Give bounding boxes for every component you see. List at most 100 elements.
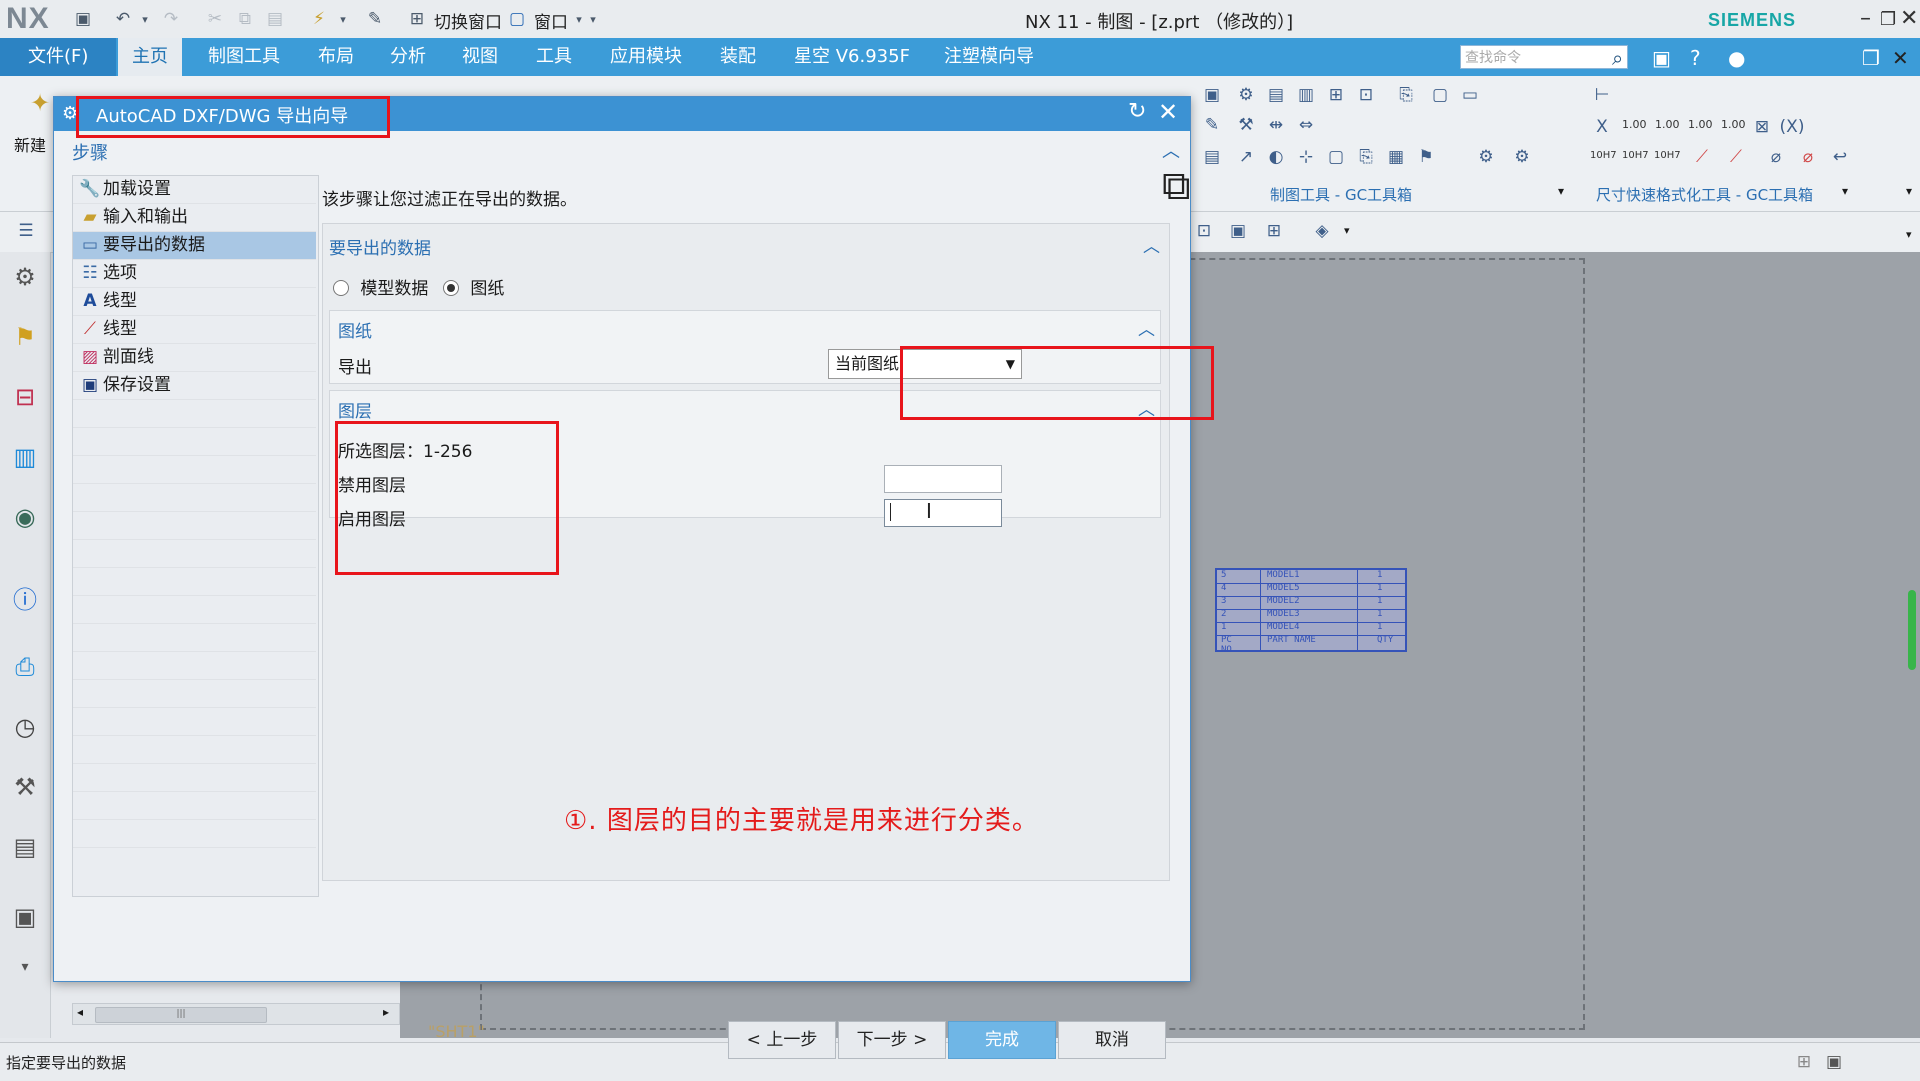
menu-icon[interactable]: ☰	[14, 220, 38, 242]
repeat-dropdown-icon[interactable]: ▾	[332, 8, 354, 30]
roles-icon[interactable]: ▤	[10, 832, 40, 862]
section-collapse-icon[interactable]: ︿	[1143, 232, 1160, 257]
view-layout-icon[interactable]: ⊞	[1262, 220, 1286, 242]
cut-icon[interactable]: ✂	[204, 8, 226, 30]
switch-window-icon[interactable]: ⊞	[406, 8, 428, 30]
display-icon[interactable]: ▣	[1652, 46, 1671, 70]
reuse-library-icon[interactable]: ▥	[10, 442, 40, 472]
radio-drawing[interactable]: 图纸	[443, 274, 504, 299]
tab-mold-wizard[interactable]: 注塑模向导	[930, 38, 1048, 76]
drafting-tool-icon-22[interactable]: ⚙	[1474, 146, 1498, 168]
dim-diameter-off-icon[interactable]: ⌀	[1796, 146, 1820, 168]
dim-sample-1[interactable]: 1.00	[1622, 118, 1647, 131]
drafting-tool-icon-4[interactable]: ▥	[1294, 84, 1318, 106]
close-window-icon[interactable]: ✕	[1900, 6, 1918, 31]
status-icon-1[interactable]: ⊞	[1792, 1051, 1816, 1073]
settings-icon[interactable]: ⚙	[10, 262, 40, 292]
drafting-tool-icon-18[interactable]: ▢	[1324, 146, 1348, 168]
ribbon-options-icon[interactable]: ▾	[1906, 184, 1912, 198]
radio-model-data[interactable]: 模型数据	[333, 274, 428, 299]
dim-return-icon[interactable]: ↩	[1828, 146, 1852, 168]
tab-drafting-tools[interactable]: 制图工具	[194, 38, 294, 76]
new-button-label[interactable]: 新建	[14, 132, 46, 156]
drafting-tool-icon-2[interactable]: ⚙	[1234, 84, 1258, 106]
scroll-left-icon[interactable]: ◂	[77, 1005, 83, 1019]
user-icon[interactable]: ●	[1728, 46, 1745, 70]
drafting-tool-icon-14[interactable]: ▤	[1200, 146, 1224, 168]
cancel-button[interactable]: 取消	[1058, 1021, 1166, 1059]
assembly-navigator-icon[interactable]: ⚑	[10, 322, 40, 352]
switch-window-button[interactable]: 切换窗口	[434, 8, 502, 33]
command-search-input[interactable]: 查找命令	[1460, 45, 1628, 69]
history-clock-icon[interactable]: ◷	[10, 712, 40, 742]
drafting-tool-icon-13[interactable]: ⇔	[1294, 114, 1318, 136]
drafting-tool-icon-23[interactable]: ⚙	[1510, 146, 1534, 168]
dim-sample-3[interactable]: 1.00	[1688, 118, 1713, 131]
tab-application[interactable]: 应用模块	[596, 38, 696, 76]
tab-view[interactable]: 视图	[448, 38, 512, 76]
steps-horizontal-scrollbar[interactable]: ◂ ||| ▸	[72, 1003, 400, 1025]
resbar-expand-icon[interactable]: ▾	[10, 952, 40, 982]
drafting-tool-icon-15[interactable]: ↗	[1234, 146, 1258, 168]
drafting-tool-icon-1[interactable]: ▣	[1200, 84, 1224, 106]
reset-icon[interactable]: ↻	[1128, 99, 1146, 124]
disabled-layers-input[interactable]	[884, 465, 1002, 493]
scroll-right-icon[interactable]: ▸	[383, 1005, 389, 1019]
customize-qa-icon[interactable]: ▾	[582, 8, 604, 30]
selbar-options-icon[interactable]: ▾	[1906, 228, 1912, 241]
radio-button[interactable]	[443, 280, 459, 296]
tab-analysis[interactable]: 分析	[376, 38, 440, 76]
undo-dropdown-icon[interactable]: ▾	[134, 8, 156, 30]
step-line-type[interactable]: ⟋ 线型	[73, 316, 316, 344]
dim-sample-2[interactable]: 1.00	[1655, 118, 1680, 131]
repeat-command-icon[interactable]: ⚡	[308, 8, 330, 30]
dim-format-icon-1[interactable]: ⊢	[1590, 84, 1614, 106]
save-icon[interactable]: ▣	[72, 8, 94, 30]
dim-box-x-icon[interactable]: ⊠	[1750, 116, 1774, 138]
window-icon[interactable]: ▢	[506, 8, 528, 30]
dim-paren-x-icon[interactable]: (X)	[1780, 116, 1805, 138]
process-studio-icon[interactable]: ⚒	[10, 772, 40, 802]
render-dropdown-icon[interactable]: ▾	[1344, 224, 1350, 237]
drafting-tool-icon-8[interactable]: ▢	[1428, 84, 1452, 106]
drafting-tool-icon-9[interactable]: ▭	[1458, 84, 1482, 106]
tol-sample-2[interactable]: 10H7	[1622, 150, 1649, 161]
next-button[interactable]: 下一步 >	[838, 1021, 946, 1059]
step-text-style[interactable]: A 线型	[73, 288, 316, 316]
drafting-tool-icon-5[interactable]: ⊞	[1324, 84, 1348, 106]
graphics-scroll-handle[interactable]	[1908, 590, 1916, 670]
group-drafting-dropdown-icon[interactable]: ▾	[1558, 184, 1564, 198]
view-manager-icon[interactable]: ◉	[10, 502, 40, 532]
copy-icon[interactable]: ⧉	[234, 8, 256, 30]
drafting-tool-icon-6[interactable]: ⊡	[1354, 84, 1378, 106]
view-fit-icon[interactable]: ⊡	[1192, 220, 1216, 242]
window-menu-button[interactable]: 窗口	[534, 8, 568, 33]
view-zoom-icon[interactable]: ▣	[1226, 220, 1250, 242]
tol-sample-3[interactable]: 10H7	[1654, 150, 1681, 161]
step-options[interactable]: ☷ 选项	[73, 260, 316, 288]
help-icon[interactable]: ?	[1690, 46, 1701, 70]
step-data-to-export[interactable]: ▭ 要导出的数据	[73, 232, 316, 260]
tab-file[interactable]: 文件(F)	[0, 38, 117, 76]
restore-doc-icon[interactable]: ❐	[1862, 46, 1880, 70]
part-navigator-icon[interactable]: ⊟	[10, 382, 40, 412]
undo-icon[interactable]: ↶	[112, 8, 134, 30]
dim-sample-4[interactable]: 1.00	[1721, 118, 1746, 131]
close-doc-icon[interactable]: ✕	[1892, 46, 1909, 70]
history-palette-icon[interactable]: ⎙	[10, 652, 40, 682]
step-load-settings[interactable]: 🔧 加载设置	[73, 176, 316, 204]
touch-mode-icon[interactable]: ✎	[364, 8, 386, 30]
drafting-tool-icon-21[interactable]: ⚑	[1414, 146, 1438, 168]
parts-list-table[interactable]: 5 MODEL1 1 4 MODEL5 1 3 MODEL2 1 2 MODEL…	[1215, 568, 1407, 655]
tab-home[interactable]: 主页	[118, 38, 182, 76]
drafting-tool-icon-17[interactable]: ⊹	[1294, 146, 1318, 168]
tol-sample-1[interactable]: 10H7	[1590, 150, 1617, 161]
new-icon[interactable]: ✦	[28, 89, 52, 117]
restore-window-icon[interactable]: ❐	[1880, 9, 1896, 30]
enabled-layers-input[interactable]	[884, 499, 1002, 527]
group-dim-dropdown-icon[interactable]: ▾	[1842, 184, 1848, 198]
back-button[interactable]: < 上一步	[728, 1021, 836, 1059]
drafting-tool-icon-11[interactable]: ⚒	[1234, 114, 1258, 136]
subsection-collapse-icon[interactable]: ︿	[1138, 315, 1155, 340]
scroll-thumb[interactable]: |||	[95, 1007, 267, 1023]
